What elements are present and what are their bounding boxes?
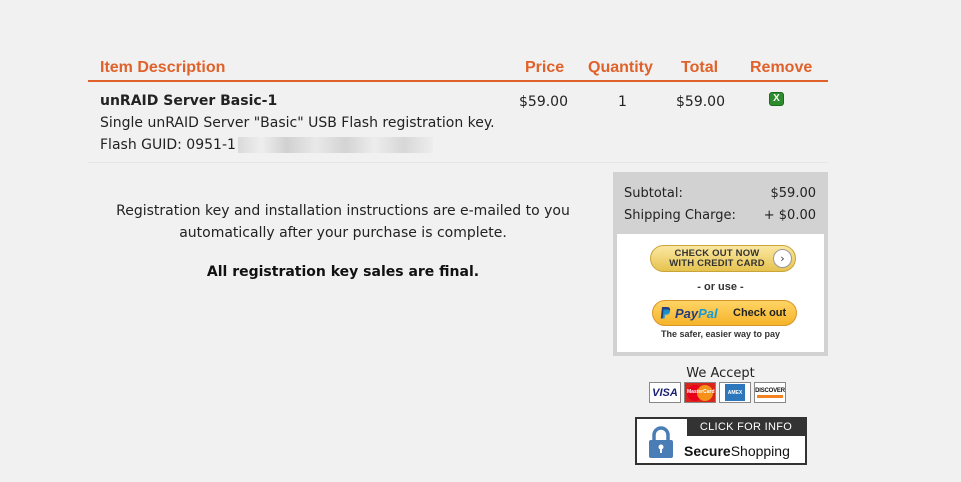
paypal-logo: PayPal bbox=[675, 306, 718, 321]
item-description: Single unRAID Server "Basic" USB Flash r… bbox=[100, 115, 495, 131]
mastercard-logo: MasterCard bbox=[687, 384, 715, 401]
cc-button-line-2: WITH CREDIT CARD bbox=[669, 258, 765, 269]
subtotal-label: Subtotal: bbox=[624, 186, 683, 201]
registration-info: Registration key and installation instru… bbox=[88, 200, 598, 244]
paypal-logo-pal: Pal bbox=[698, 306, 718, 321]
info-line-2: automatically after your purchase is com… bbox=[179, 225, 507, 241]
secure-shopping-label: SecureShopping bbox=[684, 443, 790, 459]
we-accept-label: We Accept bbox=[686, 366, 755, 381]
discover-text: DISCOVER bbox=[755, 387, 785, 394]
guid-redacted bbox=[237, 137, 433, 153]
info-line-1: Registration key and installation instru… bbox=[116, 203, 570, 219]
paypal-icon bbox=[660, 307, 671, 319]
checkout-panel: CHECK OUT NOW WITH CREDIT CARD › - or us… bbox=[617, 234, 824, 352]
item-name: unRAID Server Basic-1 bbox=[100, 93, 278, 109]
secure-label-bold: Secure bbox=[684, 443, 731, 459]
shipping-row: Shipping Charge: + $0.00 bbox=[624, 208, 816, 223]
paypal-checkout-label: Check out bbox=[733, 307, 787, 319]
header-price: Price bbox=[525, 59, 565, 76]
subtotal-value: $59.00 bbox=[770, 186, 817, 201]
flash-guid-label: Flash GUID: 0951-1 bbox=[100, 137, 236, 153]
visa-card-icon: VISA bbox=[649, 382, 681, 403]
item-total: $59.00 bbox=[676, 94, 725, 110]
item-flash-guid: Flash GUID: 0951-1 bbox=[100, 137, 433, 153]
paypal-tagline: The safer, easier way to pay bbox=[660, 329, 781, 339]
header-quantity: Quantity bbox=[588, 59, 653, 76]
item-quantity: 1 bbox=[618, 94, 627, 110]
shipping-value: + $0.00 bbox=[763, 208, 816, 223]
mastercard-text: MasterCard bbox=[687, 388, 715, 395]
secure-label-rest: Shopping bbox=[730, 443, 790, 459]
paypal-logo-pay: Pay bbox=[675, 306, 699, 321]
amex-card-icon: AMEX bbox=[719, 382, 751, 403]
checkout-credit-card-button[interactable]: CHECK OUT NOW WITH CREDIT CARD › bbox=[650, 245, 796, 272]
lock-icon bbox=[649, 426, 673, 458]
order-summary: Subtotal: $59.00 Shipping Charge: + $0.0… bbox=[613, 172, 828, 356]
amex-logo: AMEX bbox=[725, 384, 745, 401]
accepted-cards: VISA MasterCard AMEX DISCOVER bbox=[649, 382, 786, 403]
header-total: Total bbox=[681, 59, 719, 76]
secure-shopping-badge[interactable]: CLICK FOR INFO SecureShopping bbox=[635, 417, 807, 465]
visa-text: VISA bbox=[652, 386, 678, 399]
amex-text: AMEX bbox=[727, 389, 743, 396]
header-remove: Remove bbox=[750, 59, 813, 76]
chevron-right-icon: › bbox=[773, 249, 792, 268]
subtotal-row: Subtotal: $59.00 bbox=[624, 186, 816, 201]
cart-item-row: unRAID Server Basic-1 Single unRAID Serv… bbox=[88, 84, 828, 163]
header-item-description: Item Description bbox=[100, 59, 226, 76]
mastercard-card-icon: MasterCard bbox=[684, 382, 716, 403]
click-for-info-label: CLICK FOR INFO bbox=[687, 419, 805, 436]
item-price: $59.00 bbox=[519, 94, 568, 110]
or-use-divider: - or use - bbox=[697, 281, 744, 293]
cart-table-header: Item Description Price Quantity Total Re… bbox=[88, 56, 828, 82]
shipping-label: Shipping Charge: bbox=[624, 208, 736, 223]
remove-item-button[interactable]: X bbox=[769, 92, 784, 106]
sales-final-notice: All registration key sales are final. bbox=[206, 264, 480, 280]
cc-button-text: CHECK OUT NOW WITH CREDIT CARD bbox=[665, 249, 769, 269]
discover-card-icon: DISCOVER bbox=[754, 382, 786, 403]
discover-bar bbox=[757, 394, 783, 398]
paypal-checkout-button[interactable]: PayPal Check out bbox=[652, 300, 797, 326]
